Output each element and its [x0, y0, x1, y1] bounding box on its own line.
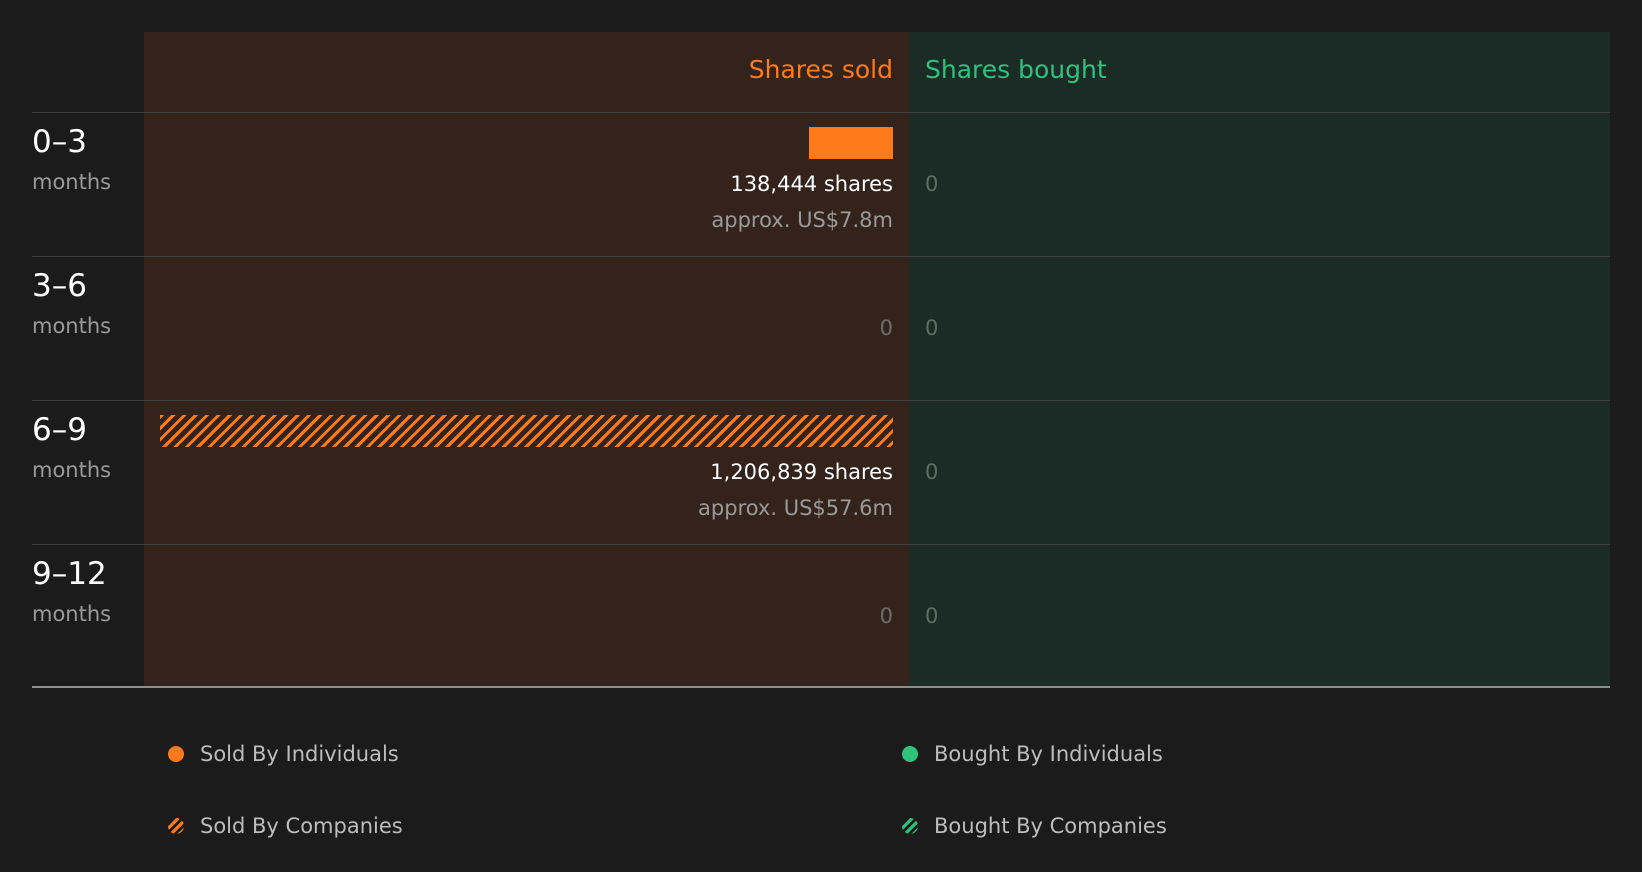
- solid-green-dot-icon: [902, 746, 918, 762]
- period-label: 0–3: [32, 124, 87, 160]
- bought-zero-label: 0: [925, 316, 939, 340]
- period-unit: months: [32, 170, 112, 194]
- legend-label: Sold By Individuals: [200, 742, 399, 766]
- period-unit: months: [32, 458, 112, 482]
- period-unit: months: [32, 602, 112, 626]
- legend-label: Sold By Companies: [200, 814, 403, 838]
- chart-row: 6–9 months 1,206,839 shares approx. US$57.6…: [0, 400, 1642, 544]
- sold-zero-label: 0: [879, 604, 893, 628]
- bought-zero-label: 0: [925, 460, 939, 484]
- legend-item: Bought By Companies: [902, 812, 1167, 840]
- legend-label: Bought By Individuals: [934, 742, 1163, 766]
- sold-by-companies-bar: [160, 415, 893, 447]
- hatched-orange-dot-icon: [168, 818, 184, 834]
- sold-value-label: approx. US$7.8m: [711, 208, 893, 232]
- sold-value-label: approx. US$57.6m: [698, 496, 893, 520]
- chart-row: 0–3 months 138,444 shares approx. US$7.8m 0: [0, 112, 1642, 256]
- legend-item: Bought By Individuals: [902, 740, 1163, 768]
- bought-zero-label: 0: [925, 172, 939, 196]
- sold-shares-label: 1,206,839 shares: [710, 460, 893, 484]
- period-label: 9–12: [32, 556, 107, 592]
- sold-by-individuals-bar: [808, 127, 893, 159]
- sold-shares-label: 138,444 shares: [730, 172, 893, 196]
- legend-item: Sold By Individuals: [168, 740, 399, 768]
- chart-baseline: [32, 686, 1610, 688]
- insider-trading-chart: Shares sold Shares bought 0–3 months 138,4…: [0, 0, 1642, 720]
- period-label: 6–9: [32, 412, 87, 448]
- chart-row: 9–12 months 0 0: [0, 544, 1642, 688]
- hatched-green-dot-icon: [902, 818, 918, 834]
- legend-label: Bought By Companies: [934, 814, 1167, 838]
- legend-item: Sold By Companies: [168, 812, 403, 840]
- bought-zero-label: 0: [925, 604, 939, 628]
- sold-zero-label: 0: [879, 316, 893, 340]
- period-unit: months: [32, 314, 112, 338]
- solid-orange-dot-icon: [168, 746, 184, 762]
- shares-sold-header: Shares sold: [748, 55, 893, 84]
- chart-row: 3–6 months 0 0: [0, 256, 1642, 400]
- shares-bought-header: Shares bought: [925, 55, 1107, 84]
- period-label: 3–6: [32, 268, 87, 304]
